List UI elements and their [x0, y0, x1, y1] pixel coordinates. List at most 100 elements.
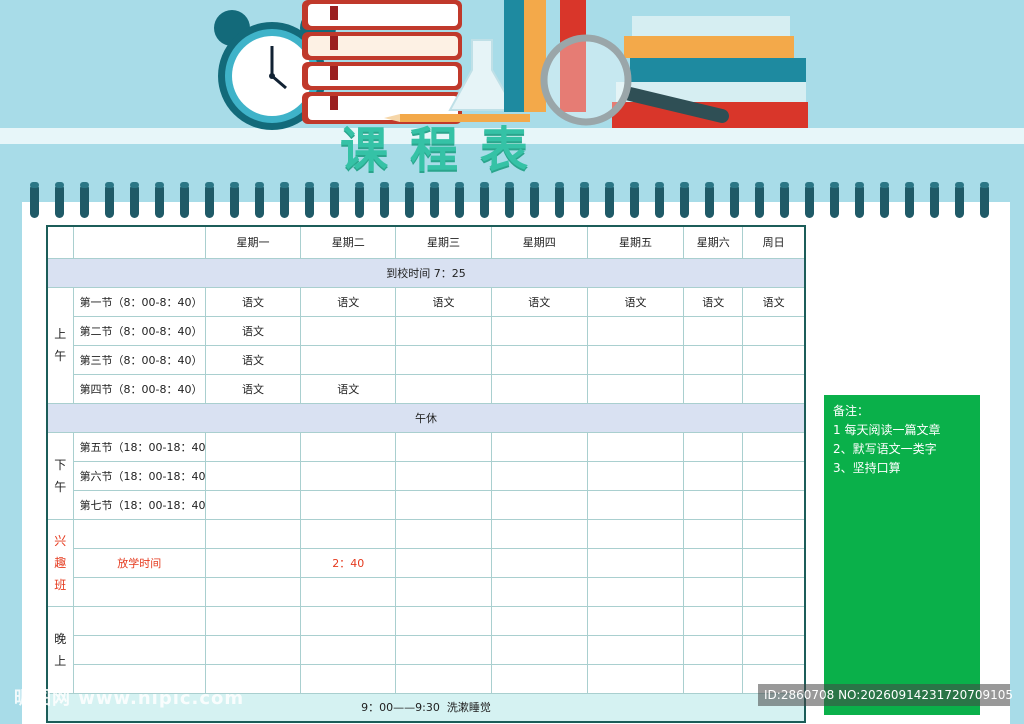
class-cell: 语文: [204, 373, 302, 404]
empty-cell: [683, 605, 744, 636]
empty-cell: [72, 605, 206, 636]
empty-cell: [586, 576, 685, 607]
binder-ring: [980, 182, 989, 218]
period-label: 第七节（18：00-18：40）: [72, 489, 206, 520]
binder-ring: [380, 182, 389, 218]
class-cell: [300, 344, 397, 375]
class-cell: [586, 315, 685, 346]
class-cell: [490, 460, 588, 491]
empty-cell: [683, 663, 744, 694]
binder-ring: [530, 182, 539, 218]
binder-ring: [880, 182, 889, 218]
day-header: 星期一: [204, 225, 302, 259]
empty-cell: [586, 605, 685, 636]
binder-ring: [80, 182, 89, 218]
notes-item: 3、坚持口算: [833, 461, 901, 475]
binder-ring: [630, 182, 639, 218]
class-cell: 语文: [204, 286, 302, 317]
after-school-time: 2：40: [300, 547, 397, 578]
class-cell: [586, 344, 685, 375]
table-row: [47, 576, 806, 607]
morning-label: 上午: [46, 286, 74, 404]
class-cell: [490, 315, 588, 346]
empty-cell: [742, 605, 806, 636]
binder-ring: [755, 182, 764, 218]
empty-cell: [72, 518, 206, 549]
class-cell: 语文: [300, 373, 397, 404]
empty-cell: [300, 634, 397, 665]
empty-cell: [204, 605, 302, 636]
page-title: 课程表: [340, 122, 551, 178]
timetable: 星期一 星期二 星期三 星期四 星期五 星期六 周日 到校时间 7：25 上午 …: [46, 225, 806, 723]
class-cell: 语文: [395, 286, 492, 317]
class-cell: 语文: [586, 286, 685, 317]
table-row: 放学时间 2：40: [47, 547, 806, 578]
binder-ring: [555, 182, 564, 218]
notes-panel: 备注： 1 每天阅读一篇文章 2、默写语文一类字 3、坚持口算: [824, 395, 980, 715]
binder-ring: [805, 182, 814, 218]
empty-cell: [204, 576, 302, 607]
binder-ring: [105, 182, 114, 218]
class-cell: [742, 315, 806, 346]
class-cell: [395, 344, 492, 375]
day-header: 星期四: [490, 225, 588, 259]
binder-ring: [355, 182, 364, 218]
empty-cell: [395, 518, 492, 549]
day-header: 星期三: [395, 225, 492, 259]
empty-cell: [72, 576, 206, 607]
empty-cell: [683, 547, 744, 578]
class-cell: 语文: [204, 315, 302, 346]
binder-ring: [330, 182, 339, 218]
empty-cell: [586, 634, 685, 665]
binder-rings: [22, 182, 1010, 218]
binder-ring: [455, 182, 464, 218]
class-cell: [683, 460, 744, 491]
class-cell: [395, 431, 492, 462]
empty-cell: [395, 547, 492, 578]
evening-label: 晚上: [46, 605, 74, 694]
table-row: 兴趣班: [46, 518, 806, 607]
class-cell: [742, 460, 806, 491]
class-cell: 语文: [490, 286, 588, 317]
noon-break: 午休: [46, 402, 806, 433]
empty-cell: [300, 663, 397, 694]
binder-ring: [605, 182, 614, 218]
table-row: 第三节（8：00-8：40） 语文: [47, 344, 806, 375]
period-label: 第五节（18：00-18：40）: [72, 431, 206, 462]
empty-cell: [742, 547, 806, 578]
class-cell: [300, 315, 397, 346]
empty-cell: [490, 634, 588, 665]
empty-cell: [300, 576, 397, 607]
empty-cell: [490, 547, 588, 578]
day-header: 星期五: [586, 225, 685, 259]
class-cell: [204, 460, 302, 491]
binder-ring: [55, 182, 64, 218]
class-cell: [395, 315, 492, 346]
empty-cell: [490, 663, 588, 694]
class-cell: [742, 373, 806, 404]
empty-cell: [395, 576, 492, 607]
class-cell: [742, 489, 806, 520]
empty-cell: [586, 663, 685, 694]
binder-ring: [255, 182, 264, 218]
binder-ring: [955, 182, 964, 218]
binder-ring: [780, 182, 789, 218]
class-cell: [683, 489, 744, 520]
binder-ring: [905, 182, 914, 218]
class-cell: [742, 344, 806, 375]
table-row: 第四节（8：00-8：40） 语文 语文: [47, 373, 806, 404]
binder-ring: [230, 182, 239, 218]
arrival-row: 到校时间 7：25: [46, 257, 806, 288]
class-cell: [683, 315, 744, 346]
class-cell: 语文: [204, 344, 302, 375]
table-row: [47, 634, 806, 665]
period-label: 第四节（8：00-8：40）: [72, 373, 206, 404]
binder-ring: [505, 182, 514, 218]
empty-cell: [742, 518, 806, 549]
class-cell: [300, 489, 397, 520]
table-row: 下午 第五节（18：00-18：40）: [46, 431, 806, 520]
class-cell: [490, 373, 588, 404]
class-cell: 语文: [742, 286, 806, 317]
arrival-time: 到校时间 7：25: [46, 257, 806, 288]
period-label: 第二节（8：00-8：40）: [72, 315, 206, 346]
